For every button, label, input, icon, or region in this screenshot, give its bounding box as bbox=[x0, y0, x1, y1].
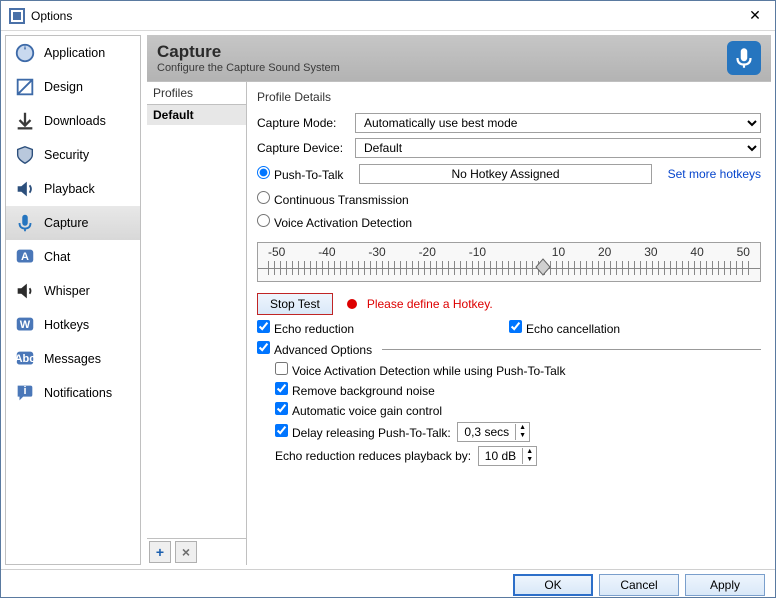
sidebar-item-playback[interactable]: Playback bbox=[6, 172, 140, 206]
delay-ptt-checkbox[interactable]: Delay releasing Push-To-Talk: bbox=[275, 424, 451, 440]
profile-list[interactable]: Default bbox=[147, 104, 246, 538]
design-icon bbox=[14, 76, 36, 98]
download-icon bbox=[14, 110, 36, 132]
panel-header: Capture Configure the Capture Sound Syst… bbox=[147, 35, 771, 81]
profiles-heading: Profiles bbox=[147, 82, 246, 104]
window-title: Options bbox=[31, 9, 735, 23]
page-subtitle: Configure the Capture Sound System bbox=[157, 62, 727, 74]
speaker-icon bbox=[14, 178, 36, 200]
add-profile-button[interactable]: + bbox=[149, 541, 171, 563]
ok-button[interactable]: OK bbox=[513, 574, 593, 596]
hotkeys-icon: W bbox=[14, 314, 36, 336]
stop-test-button[interactable]: Stop Test bbox=[257, 293, 333, 315]
warning-text: Please define a Hotkey. bbox=[367, 297, 493, 311]
ptt-radio[interactable]: Push-To-Talk bbox=[257, 166, 343, 182]
echo-cancellation-checkbox[interactable]: Echo cancellation bbox=[509, 320, 620, 336]
microphone-icon bbox=[14, 212, 36, 234]
sidebar-item-application[interactable]: Application bbox=[6, 36, 140, 70]
gear-icon bbox=[14, 42, 36, 64]
chat-icon: A bbox=[14, 246, 36, 268]
vad-ptt-checkbox[interactable]: Voice Activation Detection while using P… bbox=[275, 362, 565, 378]
svg-text:Abc: Abc bbox=[15, 353, 36, 365]
sidebar-item-capture[interactable]: Capture bbox=[6, 206, 140, 240]
profiles-column: Profiles Default + × bbox=[147, 82, 247, 565]
sidebar-item-hotkeys[interactable]: WHotkeys bbox=[6, 308, 140, 342]
microphone-icon bbox=[727, 41, 761, 75]
sidebar-item-whisper[interactable]: Whisper bbox=[6, 274, 140, 308]
sidebar-item-messages[interactable]: AbcMessages bbox=[6, 342, 140, 376]
echo-reduction-checkbox[interactable]: Echo reduction bbox=[257, 320, 354, 336]
whisper-icon bbox=[14, 280, 36, 302]
dialog-footer: OK Cancel Apply bbox=[1, 569, 775, 599]
ptt-hotkey-field[interactable]: No Hotkey Assigned bbox=[359, 164, 651, 184]
remove-noise-checkbox[interactable]: Remove background noise bbox=[275, 382, 435, 398]
details-heading: Profile Details bbox=[257, 86, 761, 108]
auto-gain-checkbox[interactable]: Automatic voice gain control bbox=[275, 402, 442, 418]
slider-marker-icon[interactable] bbox=[534, 257, 552, 280]
warning-icon bbox=[347, 299, 357, 309]
set-more-hotkeys-link[interactable]: Set more hotkeys bbox=[668, 167, 761, 181]
voice-level-meter[interactable]: -50-40-30-20-101020304050 bbox=[257, 242, 761, 282]
remove-profile-button[interactable]: × bbox=[175, 541, 197, 563]
svg-text:i: i bbox=[23, 385, 26, 397]
profile-details: Profile Details Capture Mode: Automatica… bbox=[247, 82, 771, 565]
capture-device-select[interactable]: Default bbox=[355, 138, 761, 158]
sidebar-item-notifications[interactable]: iNotifications bbox=[6, 376, 140, 410]
info-icon: i bbox=[14, 382, 36, 404]
sidebar-item-downloads[interactable]: Downloads bbox=[6, 104, 140, 138]
cancel-button[interactable]: Cancel bbox=[599, 574, 679, 596]
profile-item-default[interactable]: Default bbox=[147, 105, 246, 125]
apply-button[interactable]: Apply bbox=[685, 574, 765, 596]
sidebar-item-chat[interactable]: AChat bbox=[6, 240, 140, 274]
app-icon bbox=[9, 8, 25, 24]
close-button[interactable]: ✕ bbox=[735, 1, 775, 31]
shield-icon bbox=[14, 144, 36, 166]
capture-mode-label: Capture Mode: bbox=[257, 116, 349, 130]
sidebar-item-security[interactable]: Security bbox=[6, 138, 140, 172]
capture-mode-select[interactable]: Automatically use best mode bbox=[355, 113, 761, 133]
delay-ptt-spinner[interactable]: 0,3 secs▲▼ bbox=[457, 422, 530, 442]
vad-radio[interactable]: Voice Activation Detection bbox=[257, 214, 412, 230]
svg-text:W: W bbox=[20, 319, 31, 331]
sidebar: Application Design Downloads Security Pl… bbox=[5, 35, 141, 565]
page-title: Capture bbox=[157, 42, 727, 62]
advanced-options-checkbox[interactable]: Advanced Options bbox=[257, 341, 372, 357]
svg-text:A: A bbox=[21, 251, 29, 263]
sidebar-item-design[interactable]: Design bbox=[6, 70, 140, 104]
continuous-radio[interactable]: Continuous Transmission bbox=[257, 191, 409, 207]
echo-reduce-spinner[interactable]: 10 dB▲▼ bbox=[478, 446, 537, 466]
echo-reduce-label: Echo reduction reduces playback by: bbox=[275, 449, 471, 463]
titlebar: Options ✕ bbox=[1, 1, 775, 31]
messages-icon: Abc bbox=[14, 348, 36, 370]
capture-device-label: Capture Device: bbox=[257, 141, 349, 155]
